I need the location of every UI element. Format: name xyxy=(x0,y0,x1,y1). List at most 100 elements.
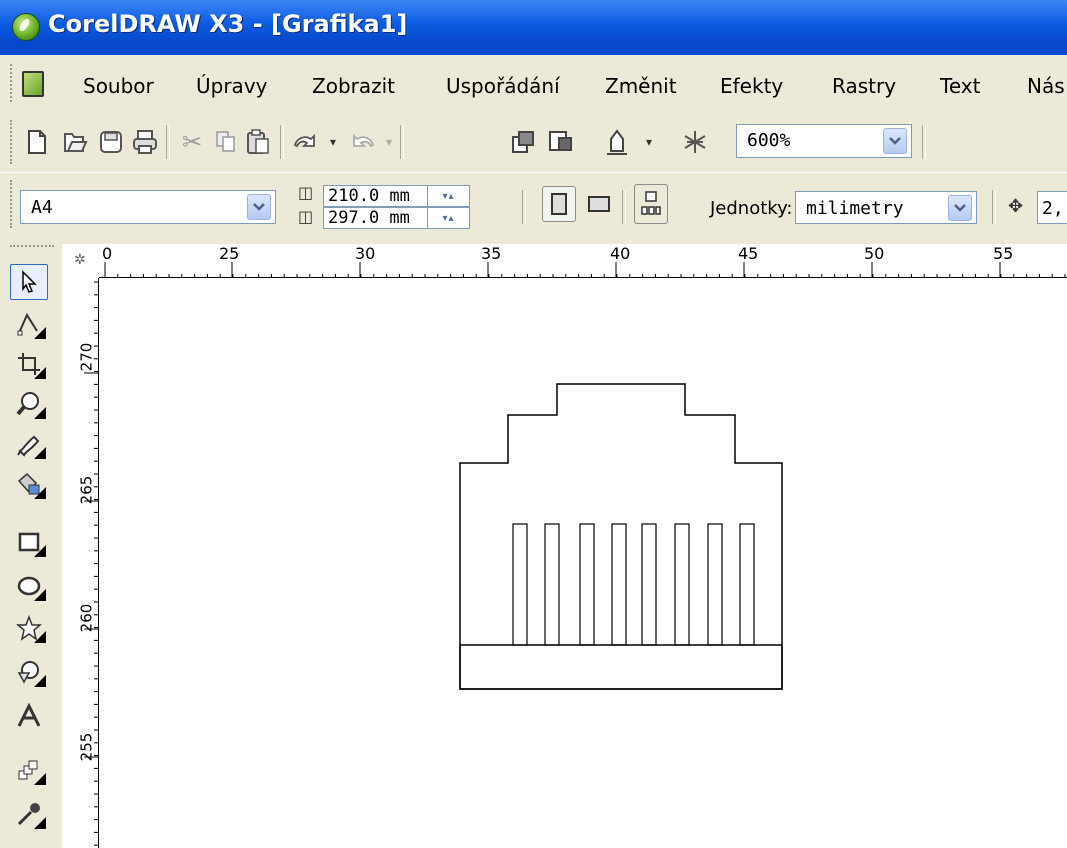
menu-rastry[interactable]: Rastry xyxy=(832,74,896,98)
rectangle-tool-icon[interactable] xyxy=(10,524,48,560)
paper-size-combo[interactable]: A4 xyxy=(20,190,276,224)
crop-tool-icon[interactable] xyxy=(10,346,48,382)
new-icon[interactable] xyxy=(20,125,54,159)
menu-soubor[interactable]: Soubor xyxy=(83,74,154,98)
zoom-level-combo[interactable]: 600% xyxy=(736,124,912,158)
height-spinner[interactable]: ▾▴ xyxy=(428,207,470,229)
menu-upravy[interactable]: Úpravy xyxy=(196,74,267,98)
chevron-down-icon[interactable] xyxy=(247,194,271,220)
connector-pin xyxy=(579,523,595,646)
paste-icon[interactable] xyxy=(241,125,275,159)
menu-nastroje[interactable]: Nás xyxy=(1027,74,1065,98)
hruler-label: 35 xyxy=(481,244,502,263)
connector-pin xyxy=(707,523,723,646)
toolbar-separator xyxy=(922,125,926,159)
menubar-grip[interactable] xyxy=(10,64,16,102)
cut-icon[interactable]: ✂ xyxy=(175,125,209,159)
connector-base xyxy=(459,644,783,690)
export-icon[interactable] xyxy=(544,125,578,159)
hruler-label: 40 xyxy=(610,244,631,263)
ruler-origin[interactable]: ✲ xyxy=(62,244,99,278)
vruler-label: 270 xyxy=(77,342,96,372)
toolbar-separator xyxy=(280,125,284,159)
menu-zmenit[interactable]: Změnit xyxy=(605,74,677,98)
undo-dropdown-icon[interactable]: ▾ xyxy=(316,125,350,159)
window-title: CorelDRAW X3 - [Grafika1] xyxy=(48,10,408,38)
copy-icon[interactable] xyxy=(209,125,243,159)
hruler-label: 45 xyxy=(738,244,759,263)
zoom-tool-icon[interactable] xyxy=(10,386,48,422)
print-icon[interactable] xyxy=(128,125,162,159)
menu-efekty[interactable]: Efekty xyxy=(720,74,783,98)
toolbar-separator xyxy=(522,190,526,224)
basic-shapes-tool-icon[interactable] xyxy=(10,654,48,690)
page-layout-button[interactable] xyxy=(634,184,668,224)
hruler-label: 0 xyxy=(102,244,113,263)
drawing-canvas[interactable] xyxy=(99,278,1067,848)
toolbar-grip[interactable] xyxy=(10,120,16,164)
connector-pin xyxy=(739,523,755,646)
ellipse-tool-icon[interactable] xyxy=(10,568,48,604)
vruler-label: 260 xyxy=(77,603,96,633)
chevron-down-icon[interactable] xyxy=(883,128,907,154)
vruler-label: 255 xyxy=(77,732,96,762)
menu-text[interactable]: Text xyxy=(940,74,980,98)
connector-pin xyxy=(674,523,690,646)
chevron-down-icon[interactable] xyxy=(948,195,972,221)
smart-fill-tool-icon[interactable] xyxy=(10,466,48,502)
toolbox-grip[interactable] xyxy=(10,245,54,247)
connector-pin xyxy=(512,523,528,646)
units-combo[interactable]: milimetry xyxy=(795,191,977,224)
title-bar: CorelDRAW X3 - [Grafika1] xyxy=(0,0,1067,55)
portrait-button[interactable] xyxy=(542,186,576,222)
page-height-field[interactable]: 297.0 mm xyxy=(323,207,428,229)
nudge-field[interactable]: 2, xyxy=(1037,191,1067,224)
shape-tool-icon[interactable] xyxy=(10,306,48,342)
document-icon[interactable] xyxy=(22,71,44,97)
propertybar-grip[interactable] xyxy=(10,180,16,228)
hruler-label: 25 xyxy=(219,244,240,263)
rj45-connector-drawing[interactable] xyxy=(99,278,1067,848)
nudge-icon: ✥ xyxy=(1008,196,1024,217)
corel-online-icon[interactable] xyxy=(678,125,712,159)
app-launcher-dropdown-icon[interactable]: ▾ xyxy=(632,125,666,159)
freehand-tool-icon[interactable] xyxy=(10,426,48,462)
units-value: milimetry xyxy=(806,198,904,219)
units-label: Jednotky: xyxy=(710,198,793,219)
import-icon[interactable] xyxy=(506,125,540,159)
pick-tool-icon[interactable] xyxy=(10,264,48,300)
portrait-icon xyxy=(551,193,567,215)
text-tool-icon[interactable] xyxy=(10,698,48,734)
toolbar-separator xyxy=(992,190,996,224)
nudge-value: 2, xyxy=(1042,198,1064,219)
horizontal-ruler[interactable] xyxy=(99,244,1067,278)
toolbar-separator xyxy=(166,125,170,159)
toolbar-separator xyxy=(622,190,626,224)
zoom-level-value: 600% xyxy=(747,130,791,151)
page-layout-icon xyxy=(641,191,661,215)
connector-pin xyxy=(611,523,627,646)
hruler-label: 55 xyxy=(993,244,1014,263)
page-height-icon: ◫ xyxy=(298,207,314,226)
page-width-icon: ◫ xyxy=(298,183,314,202)
interactive-blend-tool-icon[interactable] xyxy=(10,752,48,788)
ruler-origin-icon: ✲ xyxy=(74,252,86,268)
toolbar-separator xyxy=(400,125,404,159)
landscape-icon xyxy=(588,196,610,212)
menu-zobrazit[interactable]: Zobrazit xyxy=(312,74,395,98)
page-width-field[interactable]: 210.0 mm xyxy=(323,185,428,207)
save-icon[interactable] xyxy=(94,125,128,159)
connector-pin xyxy=(544,523,560,646)
menu-usporadani[interactable]: Uspořádání xyxy=(446,74,560,98)
app-launcher-icon[interactable] xyxy=(600,125,634,159)
width-spinner[interactable]: ▾▴ xyxy=(428,185,470,207)
vruler-label: 265 xyxy=(77,475,96,505)
landscape-button[interactable] xyxy=(582,186,616,222)
polygon-tool-icon[interactable] xyxy=(10,610,48,646)
hruler-label: 50 xyxy=(864,244,885,263)
hruler-label: 30 xyxy=(355,244,376,263)
coreldraw-logo-icon[interactable] xyxy=(12,13,40,41)
open-icon[interactable] xyxy=(58,125,92,159)
horizontal-ruler-ticks xyxy=(104,262,1066,277)
eyedropper-tool-icon[interactable] xyxy=(10,796,48,832)
